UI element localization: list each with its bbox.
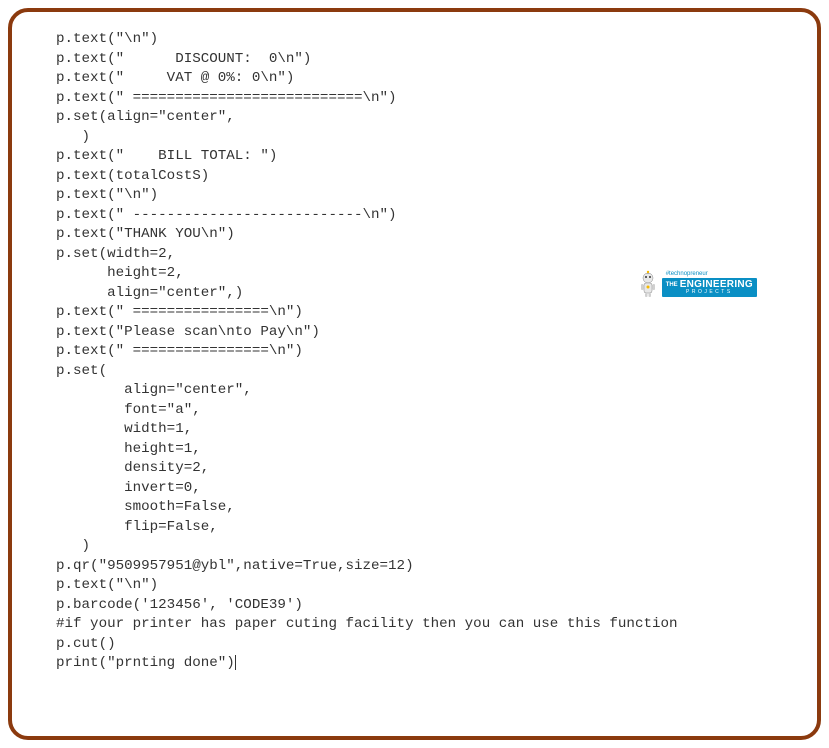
code-line: height=2, [56,265,184,281]
text-cursor [235,655,236,670]
code-line: p.text(" ===========================\n") [56,90,397,106]
code-line: font="a", [56,402,201,418]
code-line: p.text(" BILL TOTAL: ") [56,148,277,164]
code-frame: p.text("\n") p.text(" DISCOUNT: 0\n") p.… [8,8,821,740]
badge-box: THE ENGINEERING PROJECTS [662,278,757,297]
code-line: height=1, [56,441,201,457]
code-line: density=2, [56,460,209,476]
code-line: p.set(align="center", [56,109,235,125]
code-line: p.text("THANK YOU\n") [56,226,235,242]
code-line: flip=False, [56,519,218,535]
code-line: p.text(" ---------------------------\n") [56,207,397,223]
code-line: align="center", [56,382,252,398]
code-line: invert=0, [56,480,201,496]
badge-text: #technopreneur THE ENGINEERING PROJECTS [662,271,757,297]
code-line: p.text(" VAT @ 0%: 0\n") [56,70,294,86]
code-line: print("prnting done") [56,655,235,671]
code-line: width=1, [56,421,192,437]
code-line: #if your printer has paper cuting facili… [56,616,678,632]
code-block: p.text("\n") p.text(" DISCOUNT: 0\n") p.… [56,30,787,674]
code-line: p.text("\n") [56,31,158,47]
robot-icon [637,270,659,298]
branding-badge: #technopreneur THE ENGINEERING PROJECTS [637,270,757,298]
code-line: p.text(" DISCOUNT: 0\n") [56,51,311,67]
code-line: p.set(width=2, [56,246,175,262]
code-line: ) [56,129,90,145]
badge-hashtag: #technopreneur [666,271,708,277]
badge-projects: PROJECTS [686,290,733,295]
code-line: p.text("\n") [56,187,158,203]
code-line: p.text("\n") [56,577,158,593]
code-line: smooth=False, [56,499,235,515]
code-line: p.qr("9509957951@ybl",native=True,size=1… [56,558,414,574]
code-line: p.barcode('123456', 'CODE39') [56,597,303,613]
code-line: p.text(totalCostS) [56,168,209,184]
code-line: p.text(" ================\n") [56,304,303,320]
code-line: p.cut() [56,636,116,652]
code-line: p.set( [56,363,107,379]
badge-the: THE [666,282,678,288]
code-line: ) [56,538,90,554]
code-line: p.text("Please scan\nto Pay\n") [56,324,320,340]
code-line: align="center",) [56,285,243,301]
code-line: p.text(" ================\n") [56,343,303,359]
